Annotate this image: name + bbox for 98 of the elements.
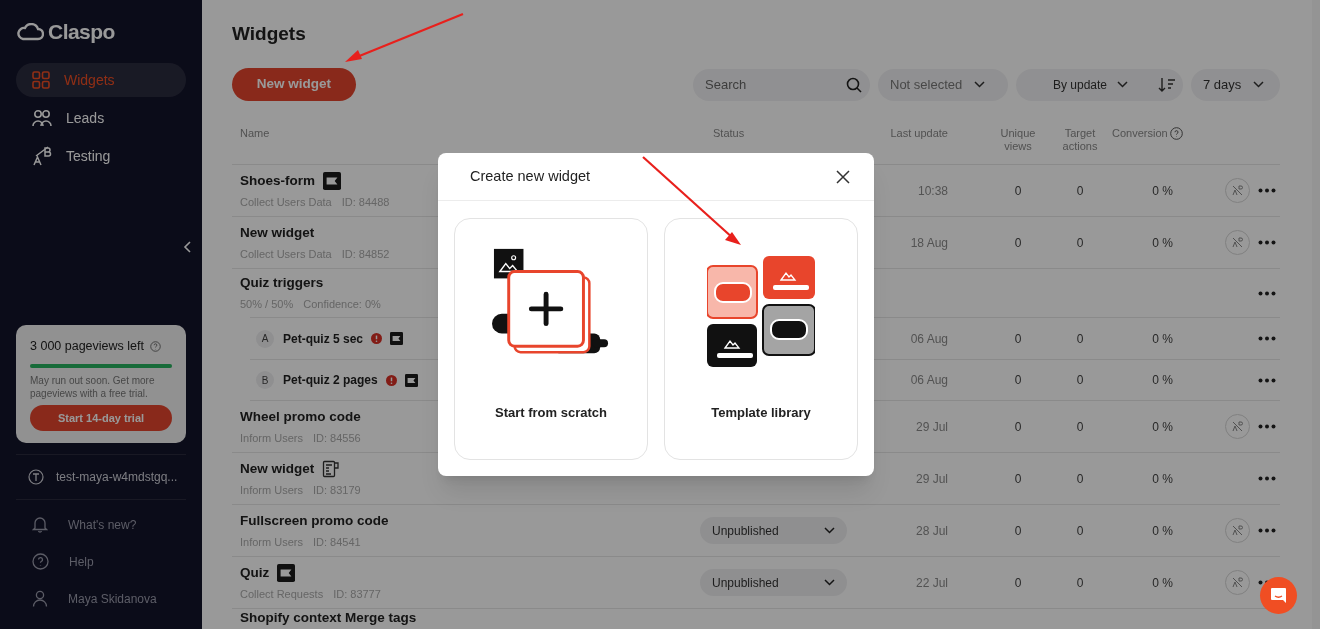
widget-name[interactable]: Shopify context Merge tags — [240, 610, 417, 626]
option-card[interactable]: Template library — [664, 218, 858, 460]
user-icon — [32, 590, 48, 607]
option-label: Template library — [711, 405, 811, 420]
bell-icon — [32, 516, 48, 533]
last-update-cell: 06 Aug — [910, 373, 948, 387]
last-update-cell: 29 Jul — [915, 471, 948, 486]
table-cell: 0 — [1014, 183, 1022, 198]
help-icon[interactable] — [32, 553, 49, 570]
flag-badge-icon — [404, 373, 418, 387]
collapse-chevron-icon[interactable] — [183, 240, 193, 254]
chevron-down-icon — [824, 527, 835, 534]
table-cell: 0 % — [1152, 471, 1173, 486]
workspace-avatar-icon — [28, 469, 44, 485]
column-header: Target actions — [1061, 127, 1099, 153]
widget-name[interactable]: Pet-quiz 5 sec — [283, 329, 364, 348]
flag-badge-icon — [277, 563, 296, 582]
more-options-icon[interactable] — [1258, 528, 1276, 533]
last-update-cell: 18 Aug — [910, 235, 948, 250]
workspace-selector[interactable]: test-maya-w4mdstgq... — [16, 455, 186, 499]
table-cell: 0 — [1076, 419, 1084, 434]
sort-dropdown[interactable]: By update — [1016, 75, 1129, 94]
widget-name[interactable]: Pet-quiz 2 pages — [283, 371, 378, 389]
chevron-down-icon — [1253, 81, 1265, 88]
period-dropdown[interactable]: 7 days — [1191, 68, 1280, 101]
table-cell: 0 — [1076, 373, 1084, 387]
table-cell: 0 — [1014, 419, 1022, 434]
table-cell: 0 % — [1152, 183, 1173, 198]
variant-badge: A — [256, 329, 274, 348]
more-options-icon[interactable] — [1258, 476, 1276, 481]
table-cell: 0 % — [1152, 331, 1173, 346]
nav-item[interactable]: Leads — [16, 101, 186, 135]
status-dropdown[interactable]: Unpublished — [700, 517, 847, 544]
dialog-title: Create new widget — [470, 166, 591, 186]
column-header: Status — [713, 127, 745, 140]
table-cell: 0 — [1014, 331, 1022, 346]
variant-badge: B — [256, 371, 274, 389]
users-icon — [32, 109, 52, 127]
more-options-icon[interactable] — [1258, 240, 1276, 245]
flag-badge-icon — [323, 171, 341, 190]
table-cell: 0 — [1076, 183, 1084, 198]
logo-text: Claspo — [48, 19, 115, 46]
more-options-icon[interactable] — [1258, 377, 1276, 383]
column-header: Conversion — [1112, 127, 1168, 140]
widget-name[interactable]: New widget — [240, 458, 315, 479]
table-cell: 0 — [1076, 235, 1084, 250]
usage-message: May run out soon. Get more pageviews with a free trial. — [30, 374, 156, 400]
widget-name[interactable]: New widget — [240, 222, 315, 243]
table-cell: 0 — [1076, 575, 1084, 590]
table-cell: 0 — [1076, 523, 1084, 538]
table-cell: 0 — [1014, 523, 1022, 538]
last-update-cell: 22 Jul — [915, 575, 948, 590]
last-update-cell: 10:38 — [917, 183, 948, 198]
option-card[interactable]: Start from scratch — [454, 218, 648, 460]
option-label: Start from scratch — [495, 405, 607, 420]
widget-name[interactable]: Quiz — [240, 562, 270, 583]
search-field[interactable]: Search — [693, 68, 870, 101]
nav-item[interactable]: Testing — [16, 139, 186, 173]
table-cell: 0 — [1076, 471, 1084, 486]
chevron-down-icon — [824, 579, 835, 586]
last-update-cell: 29 Jul — [915, 419, 948, 434]
ab-test-icon — [32, 146, 52, 166]
table-cell: 0 % — [1152, 523, 1173, 538]
widget-name[interactable]: Shoes-form — [240, 170, 315, 191]
table-cell: 0 % — [1152, 419, 1173, 434]
more-options-icon[interactable] — [1258, 290, 1276, 296]
more-options-icon[interactable] — [1258, 424, 1276, 429]
form-badge-icon — [322, 459, 341, 478]
table-cell: 0 — [1014, 373, 1022, 387]
column-header: Last update — [890, 127, 948, 140]
cloud-icon — [16, 23, 44, 41]
search-icon — [846, 76, 862, 93]
help-icon[interactable] — [1169, 127, 1183, 140]
usage-title: 3 000 pageviews left — [30, 338, 144, 356]
table-cell: 0 — [1076, 331, 1084, 346]
table-cell: 0 — [1014, 471, 1022, 486]
page-title: Widgets — [232, 22, 306, 46]
table-cell: 0 % — [1152, 373, 1173, 387]
widget-name[interactable]: Fullscreen promo code — [240, 510, 389, 531]
more-options-icon[interactable] — [1258, 336, 1276, 341]
column-header: Name — [240, 127, 270, 140]
chat-icon — [1270, 587, 1287, 604]
flag-badge-icon — [390, 332, 404, 345]
chevron-down-icon — [974, 81, 986, 88]
widget-name[interactable]: Quiz triggers — [240, 273, 324, 294]
last-update-cell: 06 Aug — [910, 331, 948, 346]
last-update-cell: 28 Jul — [915, 523, 948, 538]
status-dropdown[interactable]: Unpublished — [700, 569, 847, 596]
grid-icon — [32, 71, 50, 89]
table-cell: 0 — [1014, 575, 1022, 590]
chevron-down-icon — [1117, 81, 1129, 88]
table-cell: 0 % — [1152, 575, 1173, 590]
column-header: Unique views — [999, 127, 1037, 153]
more-options-icon[interactable] — [1258, 188, 1276, 193]
widget-name[interactable]: Wheel promo code — [240, 406, 361, 427]
table-cell: 0 % — [1152, 235, 1173, 250]
table-cell: 0 — [1014, 235, 1022, 250]
close-icon[interactable] — [836, 169, 850, 184]
